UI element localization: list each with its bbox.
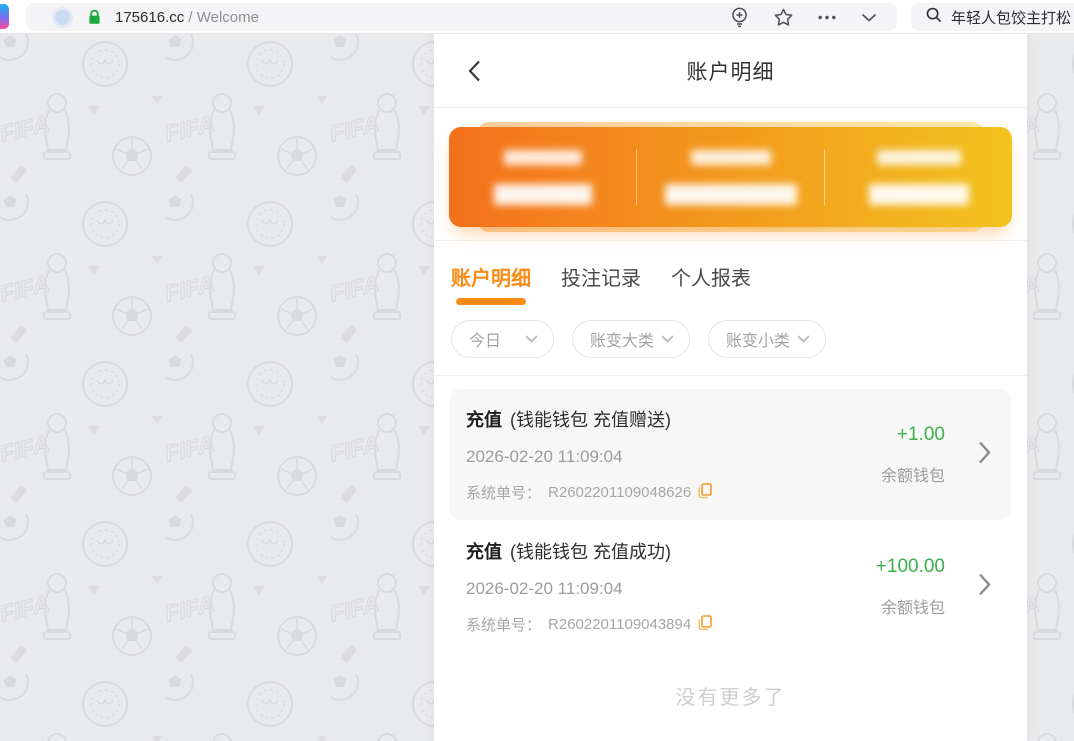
search-icon [926,7,942,27]
chevron-down-icon[interactable] [861,13,877,22]
masked-label [877,150,961,165]
transaction-row[interactable]: 充值 (钱能钱包 充值成功) 2026-02-20 11:09:04 系统单号： R… [450,521,1011,652]
transaction-order: 系统单号： R2602201109043894 [466,614,823,635]
filter-label: 今日 [469,327,501,351]
filter-label: 账变小类 [726,327,790,351]
account-detail-panel: 账户明细 账户明细 投注记录 [434,34,1027,741]
copy-icon[interactable] [698,483,712,503]
transaction-amount-block: +1.00 余额钱包 [823,406,993,503]
filter-date-dropdown[interactable]: 今日 [451,320,554,358]
transaction-type: 充值 [466,542,502,562]
wallet-stat-1 [449,127,636,227]
wallet-stat-2 [637,127,824,227]
favorite-star-icon[interactable] [774,8,793,26]
copy-icon[interactable] [698,615,712,635]
back-button[interactable] [460,34,489,107]
search-text: 年轻人包饺主打松 [951,7,1071,28]
masked-value [869,184,969,205]
transaction-time: 2026-02-20 11:09:04 [466,447,823,467]
page-title: 账户明细 [687,56,775,86]
order-label: 系统单号： [466,614,541,635]
url-path: / Welcome [184,9,259,26]
chevron-down-icon [525,335,538,343]
page-header: 账户明细 [434,34,1027,108]
transaction-detail: (钱能钱包 充值赠送) [510,410,671,430]
tab-personal-report[interactable]: 个人报表 [671,262,751,308]
lightbulb-plus-icon[interactable] [730,7,749,28]
active-tab-underline [456,298,526,305]
chevron-down-icon [797,335,810,343]
site-status-icon[interactable] [55,10,70,25]
transaction-time: 2026-02-20 11:09:04 [466,579,823,599]
filter-label: 账变大类 [590,327,654,351]
url-text[interactable]: 175616.cc / Welcome [115,9,259,26]
order-number: R2602201109043894 [548,616,691,633]
transaction-wallet: 余额钱包 [881,594,945,618]
more-options-icon[interactable] [818,15,836,20]
filter-bar: 今日 账变大类 账变小类 [434,308,1027,375]
wallet-summary-card[interactable] [449,127,1012,227]
transaction-amount: +100.00 [876,556,945,578]
tab-label: 个人报表 [671,268,751,290]
transaction-info: 充值 (钱能钱包 充值成功) 2026-02-20 11:09:04 系统单号： R… [466,538,823,635]
browser-app-icon[interactable] [0,4,9,29]
transaction-amount-block: +100.00 余额钱包 [823,538,993,635]
chevron-right-icon[interactable] [978,440,991,469]
wallet-summary-section [449,127,1012,227]
transaction-order: 系统单号： R2602201109048626 [466,482,823,503]
tab-label: 投注记录 [561,268,641,290]
transaction-title: 充值 (钱能钱包 充值成功) [466,538,823,564]
filter-major-category-dropdown[interactable]: 账变大类 [572,320,690,358]
chevron-down-icon [661,335,674,343]
address-bar-actions [730,7,897,28]
lock-icon[interactable] [87,9,102,25]
transaction-list: 充值 (钱能钱包 充值赠送) 2026-02-20 11:09:04 系统单号： R… [434,376,1027,739]
masked-label [504,150,582,165]
order-number: R2602201109048626 [548,484,691,501]
no-more-text: 没有更多了 [450,652,1011,739]
transaction-amount: +1.00 [897,424,945,446]
tab-label: 账户明细 [451,268,531,290]
transaction-wallet: 余额钱包 [881,462,945,486]
masked-label [691,150,771,165]
masked-value [494,184,592,205]
transaction-detail: (钱能钱包 充值成功) [510,542,671,562]
transaction-row[interactable]: 充值 (钱能钱包 充值赠送) 2026-02-20 11:09:04 系统单号： R… [450,389,1011,520]
transaction-title: 充值 (钱能钱包 充值赠送) [466,406,823,432]
tab-account-detail[interactable]: 账户明细 [451,262,531,308]
filter-minor-category-dropdown[interactable]: 账变小类 [708,320,826,358]
browser-top-bar: 175616.cc / Welcome [0,0,1074,34]
wallet-stat-3 [825,127,1012,227]
tab-bet-records[interactable]: 投注记录 [561,262,641,308]
url-host: 175616.cc [115,9,184,26]
transaction-info: 充值 (钱能钱包 充值赠送) 2026-02-20 11:09:04 系统单号： R… [466,406,823,503]
tab-bar: 账户明细 投注记录 个人报表 [434,241,1027,308]
order-label: 系统单号： [466,482,541,503]
address-bar[interactable]: 175616.cc / Welcome [26,3,897,31]
browser-search-box[interactable]: 年轻人包饺主打松 [911,3,1074,31]
chevron-right-icon[interactable] [978,572,991,601]
masked-value [665,184,797,205]
transaction-type: 充值 [466,410,502,430]
